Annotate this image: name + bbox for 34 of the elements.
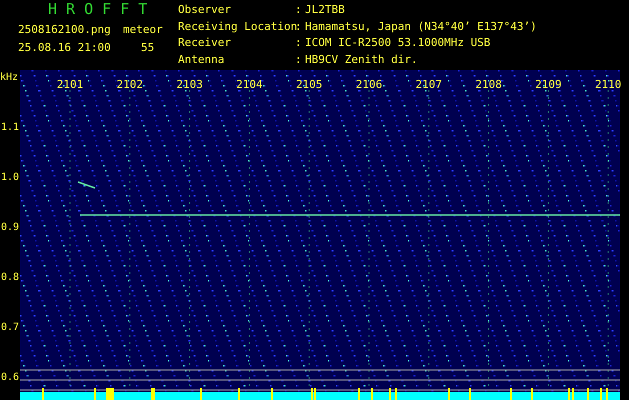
app-title: H R O F F T — [47, 0, 148, 18]
axis-label: 1.0 — [1, 172, 20, 183]
file-name: 2508162100.png — [18, 23, 112, 36]
time-label: 2101 — [56, 78, 84, 91]
axis-label: 0.8 — [1, 272, 20, 283]
time-label: 2105 — [294, 78, 324, 91]
info-value: ICOM IC-R2500 53.1000MHz USB — [305, 37, 492, 51]
info-label: Receiver — [178, 37, 232, 51]
info-value: HB9CV Zenith dir. — [305, 54, 419, 68]
info-label: Antenna — [178, 54, 226, 68]
meteor-count: 55 — [140, 41, 154, 54]
time-label: 2106 — [354, 78, 384, 91]
info-label: Observer — [178, 4, 232, 18]
info-value: Hamamatsu, Japan (N34°40’ E137°43’) — [305, 20, 537, 34]
date-time: 25.08.16 21:00 — [18, 41, 112, 54]
axis-label: 0.9 — [1, 222, 20, 233]
axis-label: 0.7 — [1, 322, 20, 333]
info-separator: : — [295, 54, 303, 68]
axis-label: 0.6 — [1, 372, 20, 383]
axis-unit: kHz — [0, 72, 18, 83]
time-label: 2108 — [474, 78, 503, 91]
info-separator: : — [295, 37, 303, 51]
info-separator: : — [295, 4, 303, 18]
time-label: 2110 — [594, 78, 622, 91]
time-label: 2103 — [175, 78, 204, 91]
time-label: 2107 — [414, 78, 444, 91]
time-label: 2109 — [534, 78, 563, 91]
info-label: Receiving Location — [178, 20, 295, 34]
info-value: JL2TBB — [305, 4, 346, 18]
time-label: 2104 — [235, 78, 264, 91]
info-separator: : — [295, 20, 303, 34]
time-label: 2102 — [116, 78, 144, 91]
count-label: meteor — [123, 23, 163, 36]
axis-label: 1.1 — [1, 122, 20, 133]
